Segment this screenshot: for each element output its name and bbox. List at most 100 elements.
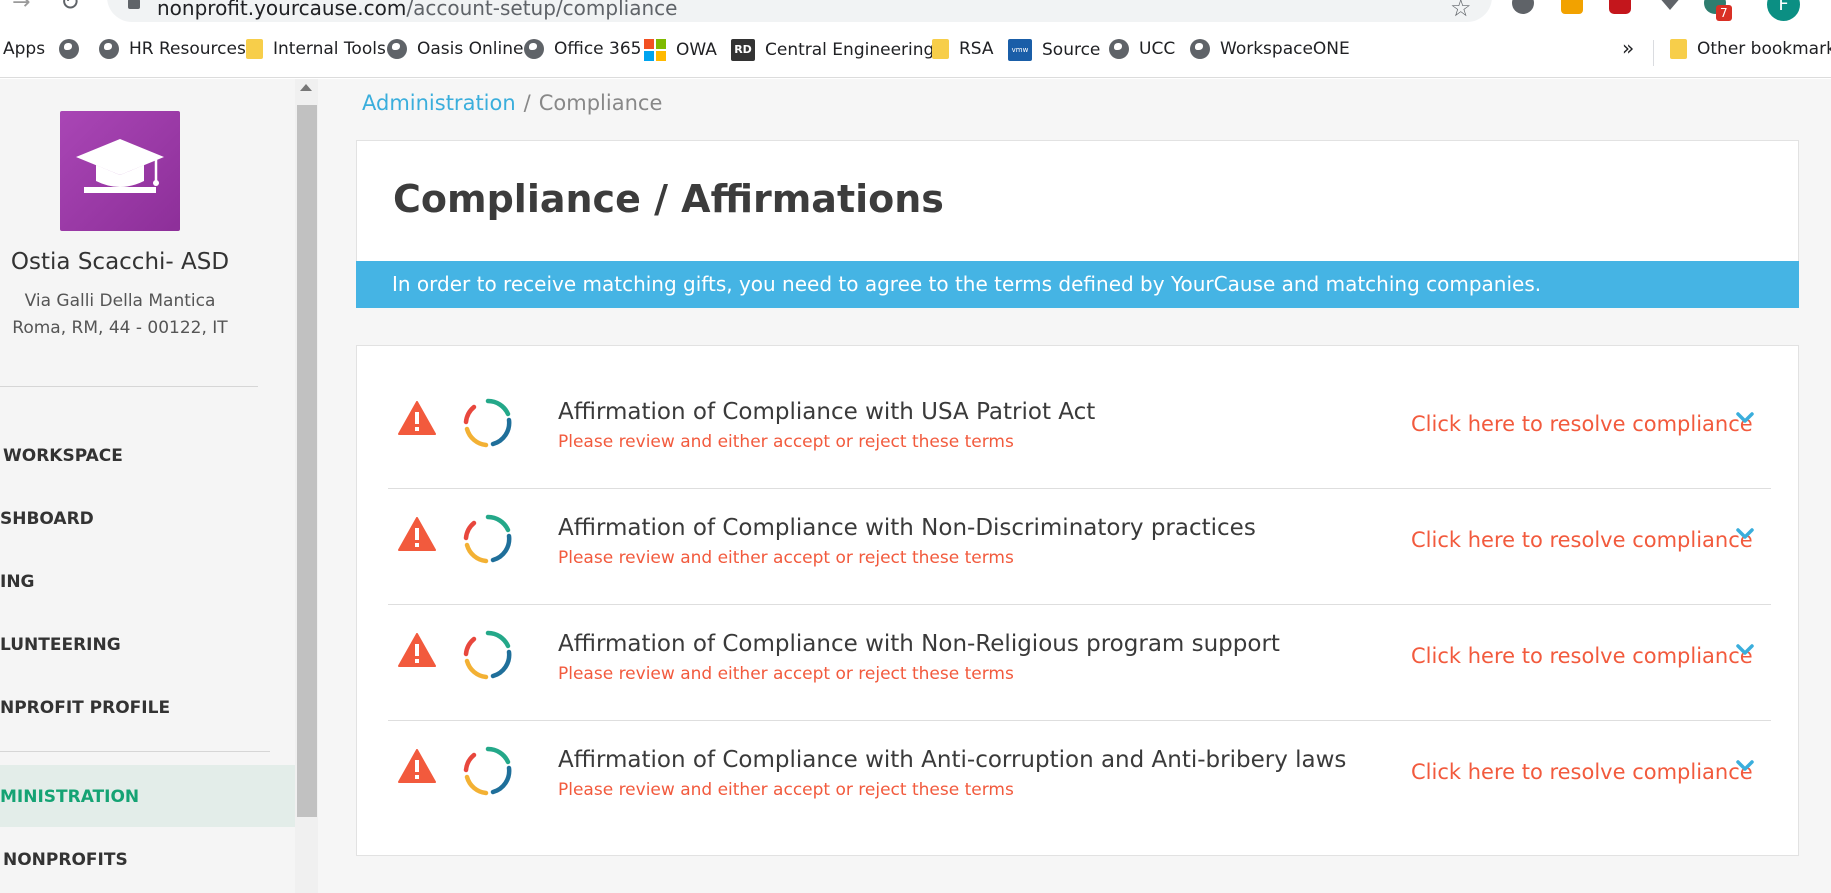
- compliance-list: Affirmation of Compliance with USA Patri…: [356, 345, 1799, 856]
- status-ring-icon: [463, 398, 512, 448]
- browser-toolbar: → ↻ nonprofit.yourcause.com/account-setu…: [0, 0, 1831, 26]
- sidebar-divider: [0, 386, 258, 387]
- globe-icon: [524, 39, 544, 59]
- bookmark-owa[interactable]: OWA: [644, 39, 717, 61]
- sidebar-item-label: NONPROFITS: [3, 850, 128, 870]
- sidebar-item-label: LUNTEERING: [0, 635, 121, 655]
- page-title: Compliance / Affirmations: [393, 177, 944, 221]
- globe-icon: [99, 39, 119, 59]
- sidebar: Ostia Scacchi- ASD Via Galli Della Manti…: [0, 79, 295, 893]
- compliance-subtitle: Please review and either accept or rejec…: [558, 780, 1014, 800]
- chevron-down-icon: [1736, 528, 1754, 539]
- bookmark-label: Apps: [3, 39, 46, 59]
- status-ring-icon: [463, 514, 512, 564]
- breadcrumb: Administration / Compliance: [362, 91, 662, 115]
- chevron-down-icon: [1736, 644, 1754, 655]
- sidebar-item-nonprofits[interactable]: NONPROFITS: [0, 828, 295, 890]
- extension-download-icon[interactable]: [1658, 0, 1682, 10]
- resolve-compliance-link[interactable]: Click here to resolve compliance: [1411, 528, 1753, 552]
- breadcrumb-administration-link[interactable]: Administration: [362, 91, 516, 115]
- bookmark-label: RSA: [959, 39, 994, 59]
- bookmark-other[interactable]: Other bookmarks: [1670, 39, 1831, 59]
- bookmark-globe[interactable]: [59, 39, 79, 59]
- bookmark-internal-tools[interactable]: Internal Tools: [246, 39, 386, 59]
- url-path: /account-setup/compliance: [406, 0, 678, 20]
- resolve-compliance-link[interactable]: Click here to resolve compliance: [1411, 412, 1753, 436]
- folder-icon: [246, 39, 263, 59]
- compliance-item-non-discriminatory[interactable]: Affirmation of Compliance with Non-Discr…: [388, 489, 1771, 605]
- address-bar[interactable]: nonprofit.yourcause.com/account-setup/co…: [107, 0, 1492, 22]
- sidebar-item-administration[interactable]: MINISTRATION: [0, 765, 295, 827]
- bookmark-label: WorkspaceONE: [1220, 39, 1350, 59]
- graduation-cap-icon: [76, 139, 164, 193]
- compliance-subtitle: Please review and either accept or rejec…: [558, 432, 1014, 452]
- bookmark-label: Office 365: [554, 39, 642, 59]
- extension-icon[interactable]: [1561, 0, 1583, 14]
- org-name: Ostia Scacchi- ASD: [10, 249, 230, 275]
- sidebar-item-label: WORKSPACE: [3, 446, 123, 466]
- profile-avatar[interactable]: F: [1767, 0, 1800, 21]
- status-ring-icon: [463, 746, 512, 796]
- warning-icon: [398, 633, 436, 667]
- info-banner: In order to receive matching gifts, you …: [356, 261, 1799, 308]
- lock-icon[interactable]: [128, 0, 140, 9]
- compliance-subtitle: Please review and either accept or rejec…: [558, 548, 1014, 568]
- sidebar-item-workspace[interactable]: WORKSPACE: [0, 424, 295, 486]
- extension-icon[interactable]: [1512, 0, 1534, 14]
- compliance-item-anti-corruption[interactable]: Affirmation of Compliance with Anti-corr…: [388, 721, 1771, 837]
- url-host: nonprofit.yourcause.com: [157, 0, 407, 20]
- org-logo: [60, 111, 180, 231]
- microsoft-icon: [644, 39, 666, 61]
- bookmark-label: Oasis Online: [417, 39, 524, 59]
- sidebar-scrollbar-thumb[interactable]: [297, 105, 317, 817]
- compliance-title: Affirmation of Compliance with Anti-corr…: [558, 747, 1347, 773]
- bookmark-hr-resources[interactable]: HR Resources: [99, 39, 246, 59]
- globe-icon: [387, 39, 407, 59]
- bookmarks-bar: Apps HR Resources Internal Tools Oasis O…: [0, 26, 1831, 78]
- bookmark-oasis-online[interactable]: Oasis Online: [387, 39, 523, 59]
- more-bookmarks-chevron-icon[interactable]: »: [1622, 36, 1634, 60]
- url-text[interactable]: nonprofit.yourcause.com/account-setup/co…: [157, 0, 677, 20]
- forward-arrow-icon[interactable]: →: [12, 0, 30, 15]
- sidebar-item-giving[interactable]: ING: [0, 550, 295, 612]
- folder-icon: [1670, 39, 1687, 59]
- scroll-up-arrow-icon[interactable]: [300, 84, 312, 91]
- compliance-item-patriot-act[interactable]: Affirmation of Compliance with USA Patri…: [388, 373, 1771, 489]
- sidebar-item-nonprofit-profile[interactable]: NPROFIT PROFILE: [0, 676, 295, 738]
- bookmark-label: Internal Tools: [273, 39, 386, 59]
- sidebar-item-label: NPROFIT PROFILE: [0, 698, 171, 718]
- main-content: Administration / Compliance Compliance / A…: [318, 79, 1831, 893]
- bookmark-office-365[interactable]: Office 365: [524, 39, 641, 59]
- compliance-subtitle: Please review and either accept or rejec…: [558, 664, 1014, 684]
- bookmark-workspaceone[interactable]: WorkspaceONE: [1190, 39, 1350, 59]
- sidebar-item-label: SHBOARD: [0, 509, 94, 529]
- sidebar-item-volunteering[interactable]: LUNTEERING: [0, 613, 295, 675]
- globe-icon: [1109, 39, 1129, 59]
- warning-icon: [398, 749, 436, 783]
- reload-icon[interactable]: ↻: [60, 0, 80, 16]
- sidebar-item-dashboard[interactable]: SHBOARD: [0, 487, 295, 549]
- bookmark-rsa[interactable]: RSA: [932, 39, 994, 59]
- extension-badge: 7: [1716, 5, 1732, 21]
- status-ring-icon: [463, 630, 512, 680]
- extension-shield-icon[interactable]: [1609, 0, 1631, 14]
- chevron-down-icon: [1736, 760, 1754, 771]
- warning-icon: [398, 401, 436, 435]
- bookmark-star-icon[interactable]: ☆: [1450, 0, 1472, 22]
- org-address-line1: Via Galli Della Mantica: [24, 291, 216, 311]
- globe-icon: [1190, 39, 1210, 59]
- globe-icon: [59, 39, 79, 59]
- resolve-compliance-link[interactable]: Click here to resolve compliance: [1411, 760, 1753, 784]
- rd-icon: RD: [731, 39, 755, 61]
- folder-icon: [932, 39, 949, 59]
- breadcrumb-separator: /: [523, 91, 531, 115]
- bookmark-source[interactable]: vmw Source: [1008, 39, 1100, 61]
- resolve-compliance-link[interactable]: Click here to resolve compliance: [1411, 644, 1753, 668]
- bookmark-central-engineering[interactable]: RD Central Engineering...: [731, 39, 951, 61]
- warning-icon: [398, 517, 436, 551]
- chevron-down-icon: [1736, 412, 1754, 423]
- bookmark-ucc[interactable]: UCC: [1109, 39, 1175, 59]
- bookmark-apps[interactable]: Apps: [3, 39, 45, 59]
- compliance-item-non-religious[interactable]: Affirmation of Compliance with Non-Relig…: [388, 605, 1771, 721]
- compliance-title: Affirmation of Compliance with Non-Discr…: [558, 515, 1256, 541]
